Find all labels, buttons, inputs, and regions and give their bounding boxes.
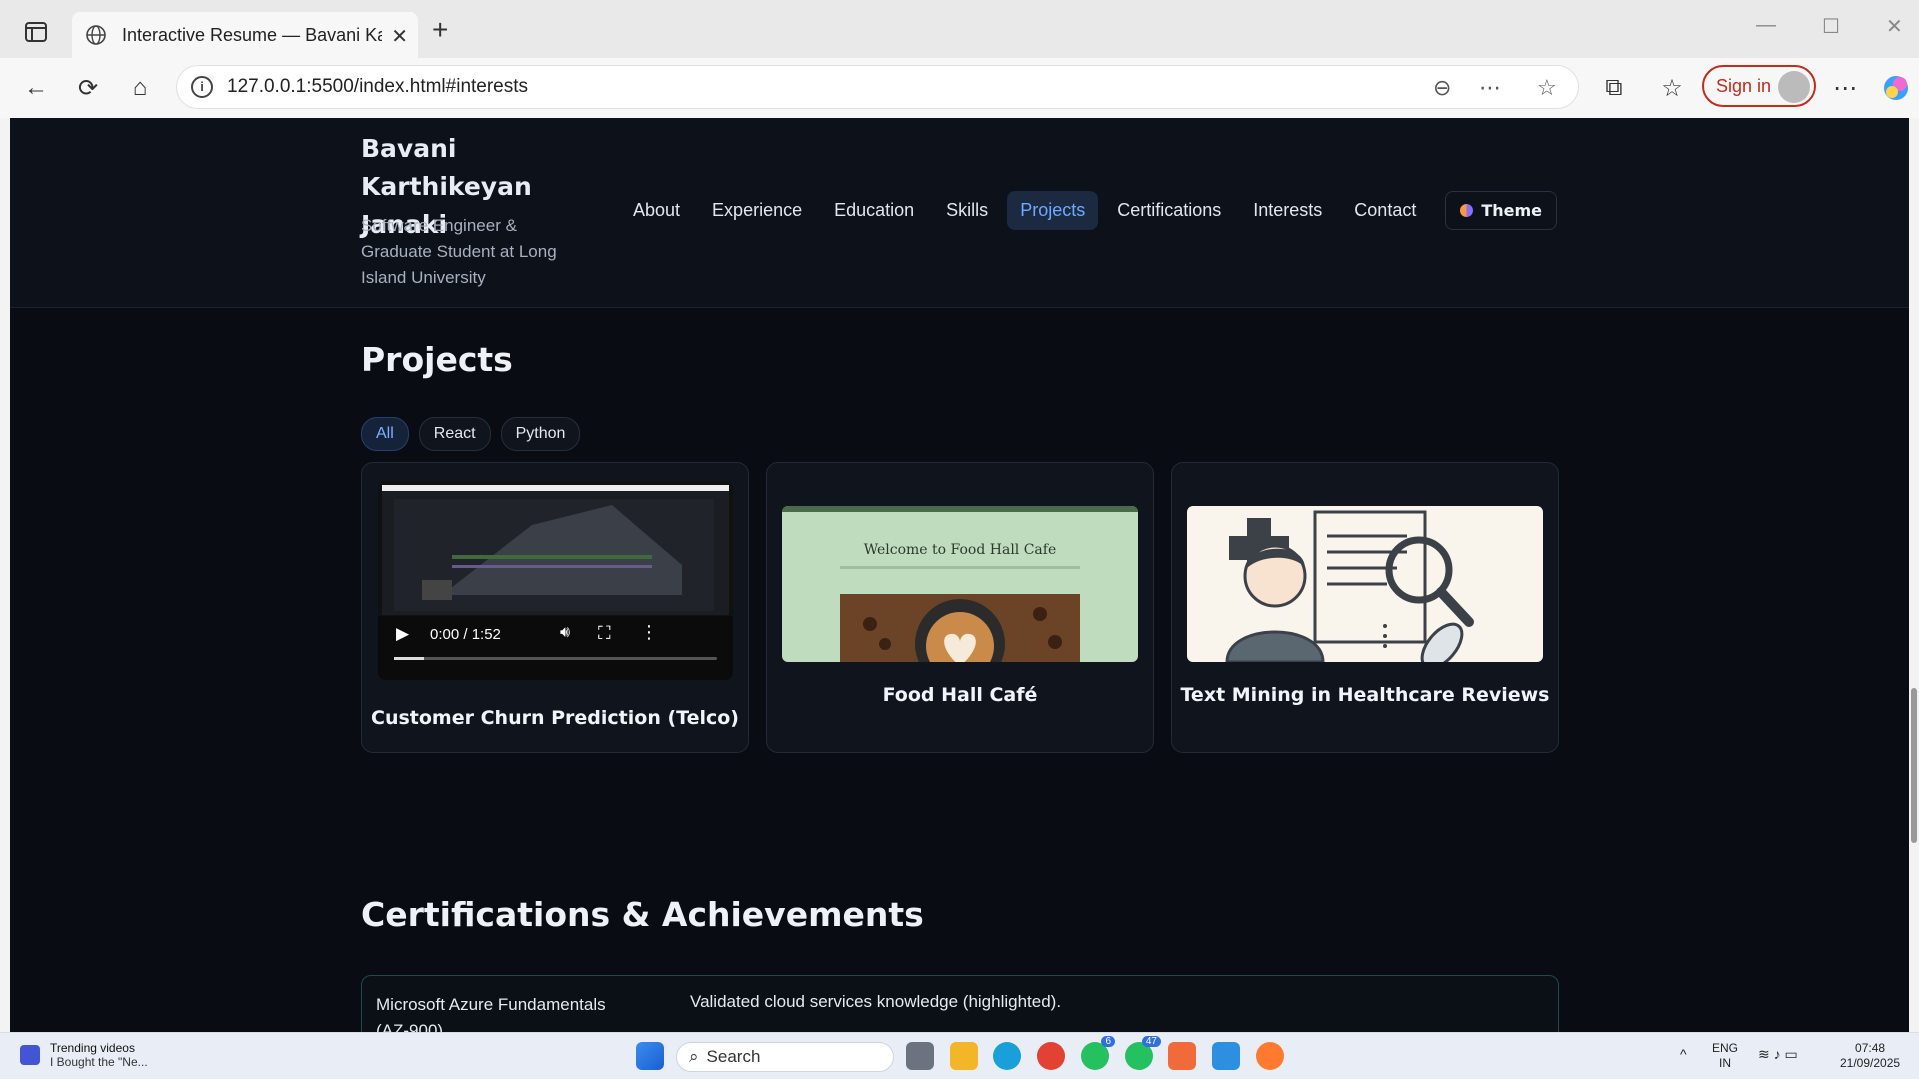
filter-all[interactable]: All xyxy=(361,417,409,451)
avatar xyxy=(1778,71,1810,103)
reading-mode-icon[interactable]: ⋯ xyxy=(1479,75,1501,101)
copilot-icon[interactable] xyxy=(1880,72,1912,104)
nav-skills[interactable]: Skills xyxy=(933,191,1001,230)
globe-icon xyxy=(86,25,106,45)
project-title: Customer Churn Prediction (Telco) xyxy=(371,707,739,729)
video-play-icon xyxy=(20,1045,40,1065)
image-caption: Welcome to Food Hall Cafe xyxy=(863,542,1057,558)
project-card[interactable]: Text Mining in Healthcare Reviews xyxy=(1171,462,1559,753)
fullscreen-icon[interactable]: ⛶ xyxy=(598,623,611,644)
project-title: Food Hall Café xyxy=(882,684,1038,706)
back-icon[interactable]: ← xyxy=(20,72,52,104)
windows-start-icon[interactable] xyxy=(636,1042,664,1070)
address-bar[interactable]: i 127.0.0.1:5500/index.html#interests ⊖ … xyxy=(176,65,1579,109)
nav-experience[interactable]: Experience xyxy=(699,191,815,230)
project-image: Welcome to Food Hall Cafe xyxy=(782,506,1138,662)
main-nav: About Experience Education Skills Projec… xyxy=(620,191,1558,230)
web-page: Bavani Karthikeyan Janaki Software Engin… xyxy=(10,118,1909,1032)
close-tab-icon[interactable]: ✕ xyxy=(391,24,408,49)
firefox-icon[interactable] xyxy=(1256,1042,1284,1070)
cert-name: Microsoft Azure Fundamentals (AZ-900) xyxy=(376,995,606,1032)
vscode-icon[interactable] xyxy=(1212,1042,1240,1070)
project-card[interactable]: Welcome to Food Hall Cafe Food Hall Café xyxy=(766,462,1154,753)
certifications-heading: Certifications & Achievements xyxy=(361,895,924,934)
video-player[interactable]: ▶ 0:00 / 1:52 🔊︎ ⛶ ⋮ xyxy=(378,481,733,680)
nav-projects[interactable]: Projects xyxy=(1007,191,1099,230)
video-progress-bar[interactable] xyxy=(394,657,717,660)
page-scrollbar[interactable] xyxy=(1909,118,1919,1032)
nav-education[interactable]: Education xyxy=(821,191,927,230)
wifi-icon[interactable]: ≋ ♪ ▭ xyxy=(1758,1047,1798,1062)
site-header: Bavani Karthikeyan Janaki Software Engin… xyxy=(10,118,1909,308)
theme-icon xyxy=(1460,204,1474,217)
task-view-icon[interactable] xyxy=(906,1042,934,1070)
sublime-icon[interactable] xyxy=(1168,1042,1196,1070)
certification-row: Microsoft Azure Fundamentals (AZ-900) Va… xyxy=(361,975,1559,1032)
whatsapp-icon[interactable]: 6 xyxy=(1081,1036,1115,1070)
zoom-out-icon[interactable]: ⊖ xyxy=(1433,75,1451,101)
video-more-icon[interactable]: ⋮ xyxy=(640,622,658,643)
url-text[interactable]: 127.0.0.1:5500/index.html#interests xyxy=(227,76,528,98)
maximize-icon[interactable]: ☐ xyxy=(1822,14,1840,39)
project-image xyxy=(1187,506,1543,662)
active-tab[interactable]: Interactive Resume — Bavani Karthikeyan … xyxy=(72,12,418,58)
project-filters: All React Python xyxy=(361,417,581,451)
file-explorer-icon[interactable] xyxy=(950,1042,978,1070)
project-title: Text Mining in Healthcare Reviews xyxy=(1180,684,1550,706)
video-time: 0:00 / 1:52 xyxy=(430,626,501,643)
tab-bar: Interactive Resume — Bavani Karthikeyan … xyxy=(0,0,1919,58)
play-icon[interactable]: ▶ xyxy=(396,624,409,644)
cert-description: Validated cloud services knowledge (high… xyxy=(690,992,1062,1011)
chrome-icon[interactable] xyxy=(1037,1042,1065,1070)
search-icon: ⌕ xyxy=(689,1047,699,1066)
news-widget[interactable]: Trending videos I Bought the "Ne... xyxy=(20,1041,148,1069)
extensions-icon[interactable]: ⧉ xyxy=(1598,72,1630,104)
home-icon[interactable]: ⌂ xyxy=(124,72,156,104)
address-toolbar: ← ⟳ ⌂ i 127.0.0.1:5500/index.html#intere… xyxy=(0,58,1919,118)
nav-certifications[interactable]: Certifications xyxy=(1104,191,1234,230)
taskbar-search[interactable]: ⌕ Search xyxy=(676,1042,894,1072)
nav-interests[interactable]: Interests xyxy=(1240,191,1335,230)
filter-python[interactable]: Python xyxy=(500,417,581,451)
video-frame xyxy=(382,485,729,615)
nav-contact[interactable]: Contact xyxy=(1341,191,1429,230)
taskbar: Trending videos I Bought the "Ne... ⌕ Se… xyxy=(0,1032,1919,1079)
minimize-icon[interactable]: — xyxy=(1756,14,1776,37)
favorites-icon[interactable]: ☆ xyxy=(1656,72,1688,104)
filter-react[interactable]: React xyxy=(418,417,491,451)
nav-about[interactable]: About xyxy=(620,191,693,230)
sign-in-button[interactable]: Sign in xyxy=(1702,65,1816,107)
tab-actions-icon[interactable] xyxy=(18,17,54,47)
tray-chevron-icon[interactable]: ^ xyxy=(1680,1047,1687,1062)
new-tab-icon[interactable]: + xyxy=(432,16,448,44)
refresh-icon[interactable]: ⟳ xyxy=(72,72,104,104)
site-info-icon[interactable]: i xyxy=(191,76,213,98)
volume-icon[interactable]: 🔊︎ xyxy=(560,624,570,642)
scrollbar-thumb[interactable] xyxy=(1911,688,1917,843)
projects-heading: Projects xyxy=(361,340,513,379)
site-subtitle: Software Engineer & Graduate Student at … xyxy=(361,216,557,287)
close-window-icon[interactable]: ✕ xyxy=(1886,14,1903,39)
video-controls: ▶ 0:00 / 1:52 🔊︎ ⛶ ⋮ xyxy=(378,616,733,680)
favorite-star-icon[interactable]: ☆ xyxy=(1537,75,1557,101)
project-card[interactable]: ▶ 0:00 / 1:52 🔊︎ ⛶ ⋮ Customer Churn Pred… xyxy=(361,462,749,753)
clock[interactable]: 07:48 21/09/2025 xyxy=(1840,1041,1900,1071)
edge-icon[interactable] xyxy=(993,1042,1021,1070)
theme-toggle-button[interactable]: Theme xyxy=(1445,191,1558,230)
tab-title: Interactive Resume — Bavani Karthikeyan … xyxy=(122,24,382,45)
more-menu-icon[interactable]: ⋯ xyxy=(1829,72,1861,104)
whatsapp-business-icon[interactable]: 47 xyxy=(1125,1036,1161,1070)
language-indicator[interactable]: ENG IN xyxy=(1712,1041,1738,1071)
